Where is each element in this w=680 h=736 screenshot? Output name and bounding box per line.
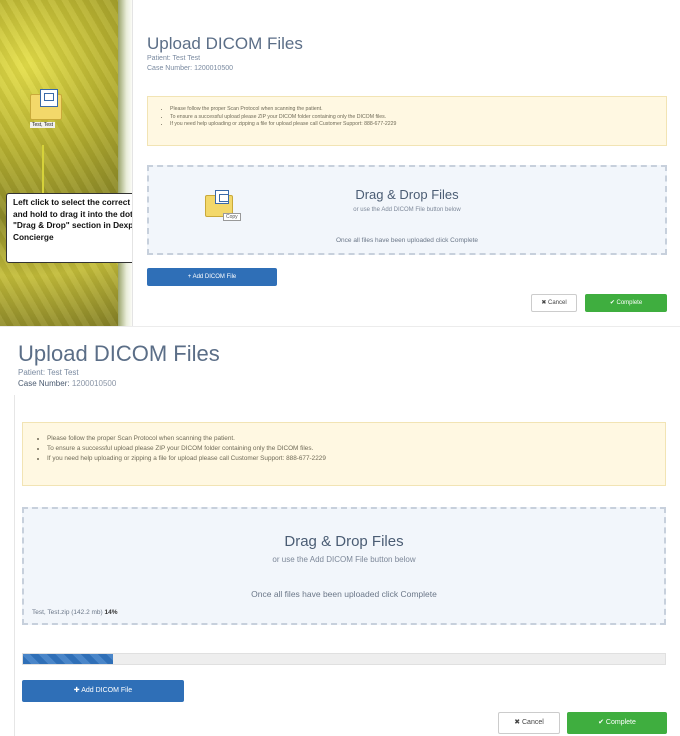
page-title: Upload DICOM Files [18, 341, 220, 366]
complete-button[interactable]: ✔ Complete [585, 294, 667, 312]
drop-subtitle: or use the Add DICOM File button below [272, 555, 416, 564]
cancel-button[interactable]: ✖ Cancel [531, 294, 577, 312]
patient-name: Patient: Test Test [147, 55, 201, 62]
dicom-doc-icon [40, 89, 58, 107]
case-number-value: 1200010500 [71, 379, 117, 388]
case-number: Case Number: 1200010500 [147, 65, 234, 72]
upload-file-item: Test, Test.zip (142.2 mb) 14% [32, 609, 118, 616]
drag-copy-badge: Copy [223, 213, 241, 221]
page-title: Upload DICOM Files [147, 34, 303, 53]
desktop-folder-icon[interactable] [30, 89, 62, 120]
upload-progress-fill [23, 654, 113, 664]
alert-item: If you need help uploading or zipping a … [47, 454, 655, 464]
top-screenshot: Test, Test Left click to select the corr… [0, 0, 680, 326]
cancel-button[interactable]: ✖ Cancel [498, 712, 560, 734]
alert-box: Please follow the proper Scan Protocol w… [22, 422, 666, 486]
drop-title: Drag & Drop Files [284, 533, 404, 550]
alert-box: Please follow the proper Scan Protocol w… [147, 96, 667, 146]
drop-note: Once all files have been uploaded click … [251, 589, 437, 599]
alert-item: Please follow the proper Scan Protocol w… [170, 106, 658, 114]
alert-item: Please follow the proper Scan Protocol w… [47, 434, 655, 444]
window-edge [118, 0, 132, 326]
drop-zone[interactable]: Drag & Drop Files or use the Add DICOM F… [22, 507, 666, 625]
upload-progress-bar [22, 653, 666, 665]
case-number-label: Case Number: [18, 379, 70, 388]
add-dicom-file-button[interactable]: ✚ Add DICOM File [22, 680, 184, 702]
add-dicom-file-button[interactable]: + Add DICOM File [147, 268, 277, 286]
upload-file-percent: 14% [104, 609, 118, 616]
drop-zone[interactable]: Drag & Drop Files or use the Add DICOM F… [147, 165, 667, 255]
panel-border [14, 395, 15, 736]
complete-button[interactable]: ✔ Complete [567, 712, 667, 734]
dicom-doc-icon [215, 190, 229, 204]
desktop-background [0, 0, 132, 326]
drop-note: Once all files have been uploaded click … [335, 237, 478, 244]
alert-item: To ensure a successful upload please ZIP… [47, 444, 655, 454]
patient-name: Patient: Test Test [18, 368, 79, 377]
alert-item: To ensure a successful upload please ZIP… [170, 114, 658, 122]
upload-file-name: Test, Test.zip (142.2 mb) [32, 609, 103, 616]
upload-panel-top: Upload DICOM Files Patient: Test Test Ca… [132, 0, 680, 326]
callout-pointer [42, 145, 44, 193]
bottom-screenshot: Upload DICOM Files Patient: Test Test Ca… [0, 326, 680, 736]
desktop-folder-label: Test, Test [30, 122, 56, 128]
case-number: Case Number: 1200010500 [18, 379, 116, 388]
alert-item: If you need help uploading or zipping a … [170, 121, 658, 129]
